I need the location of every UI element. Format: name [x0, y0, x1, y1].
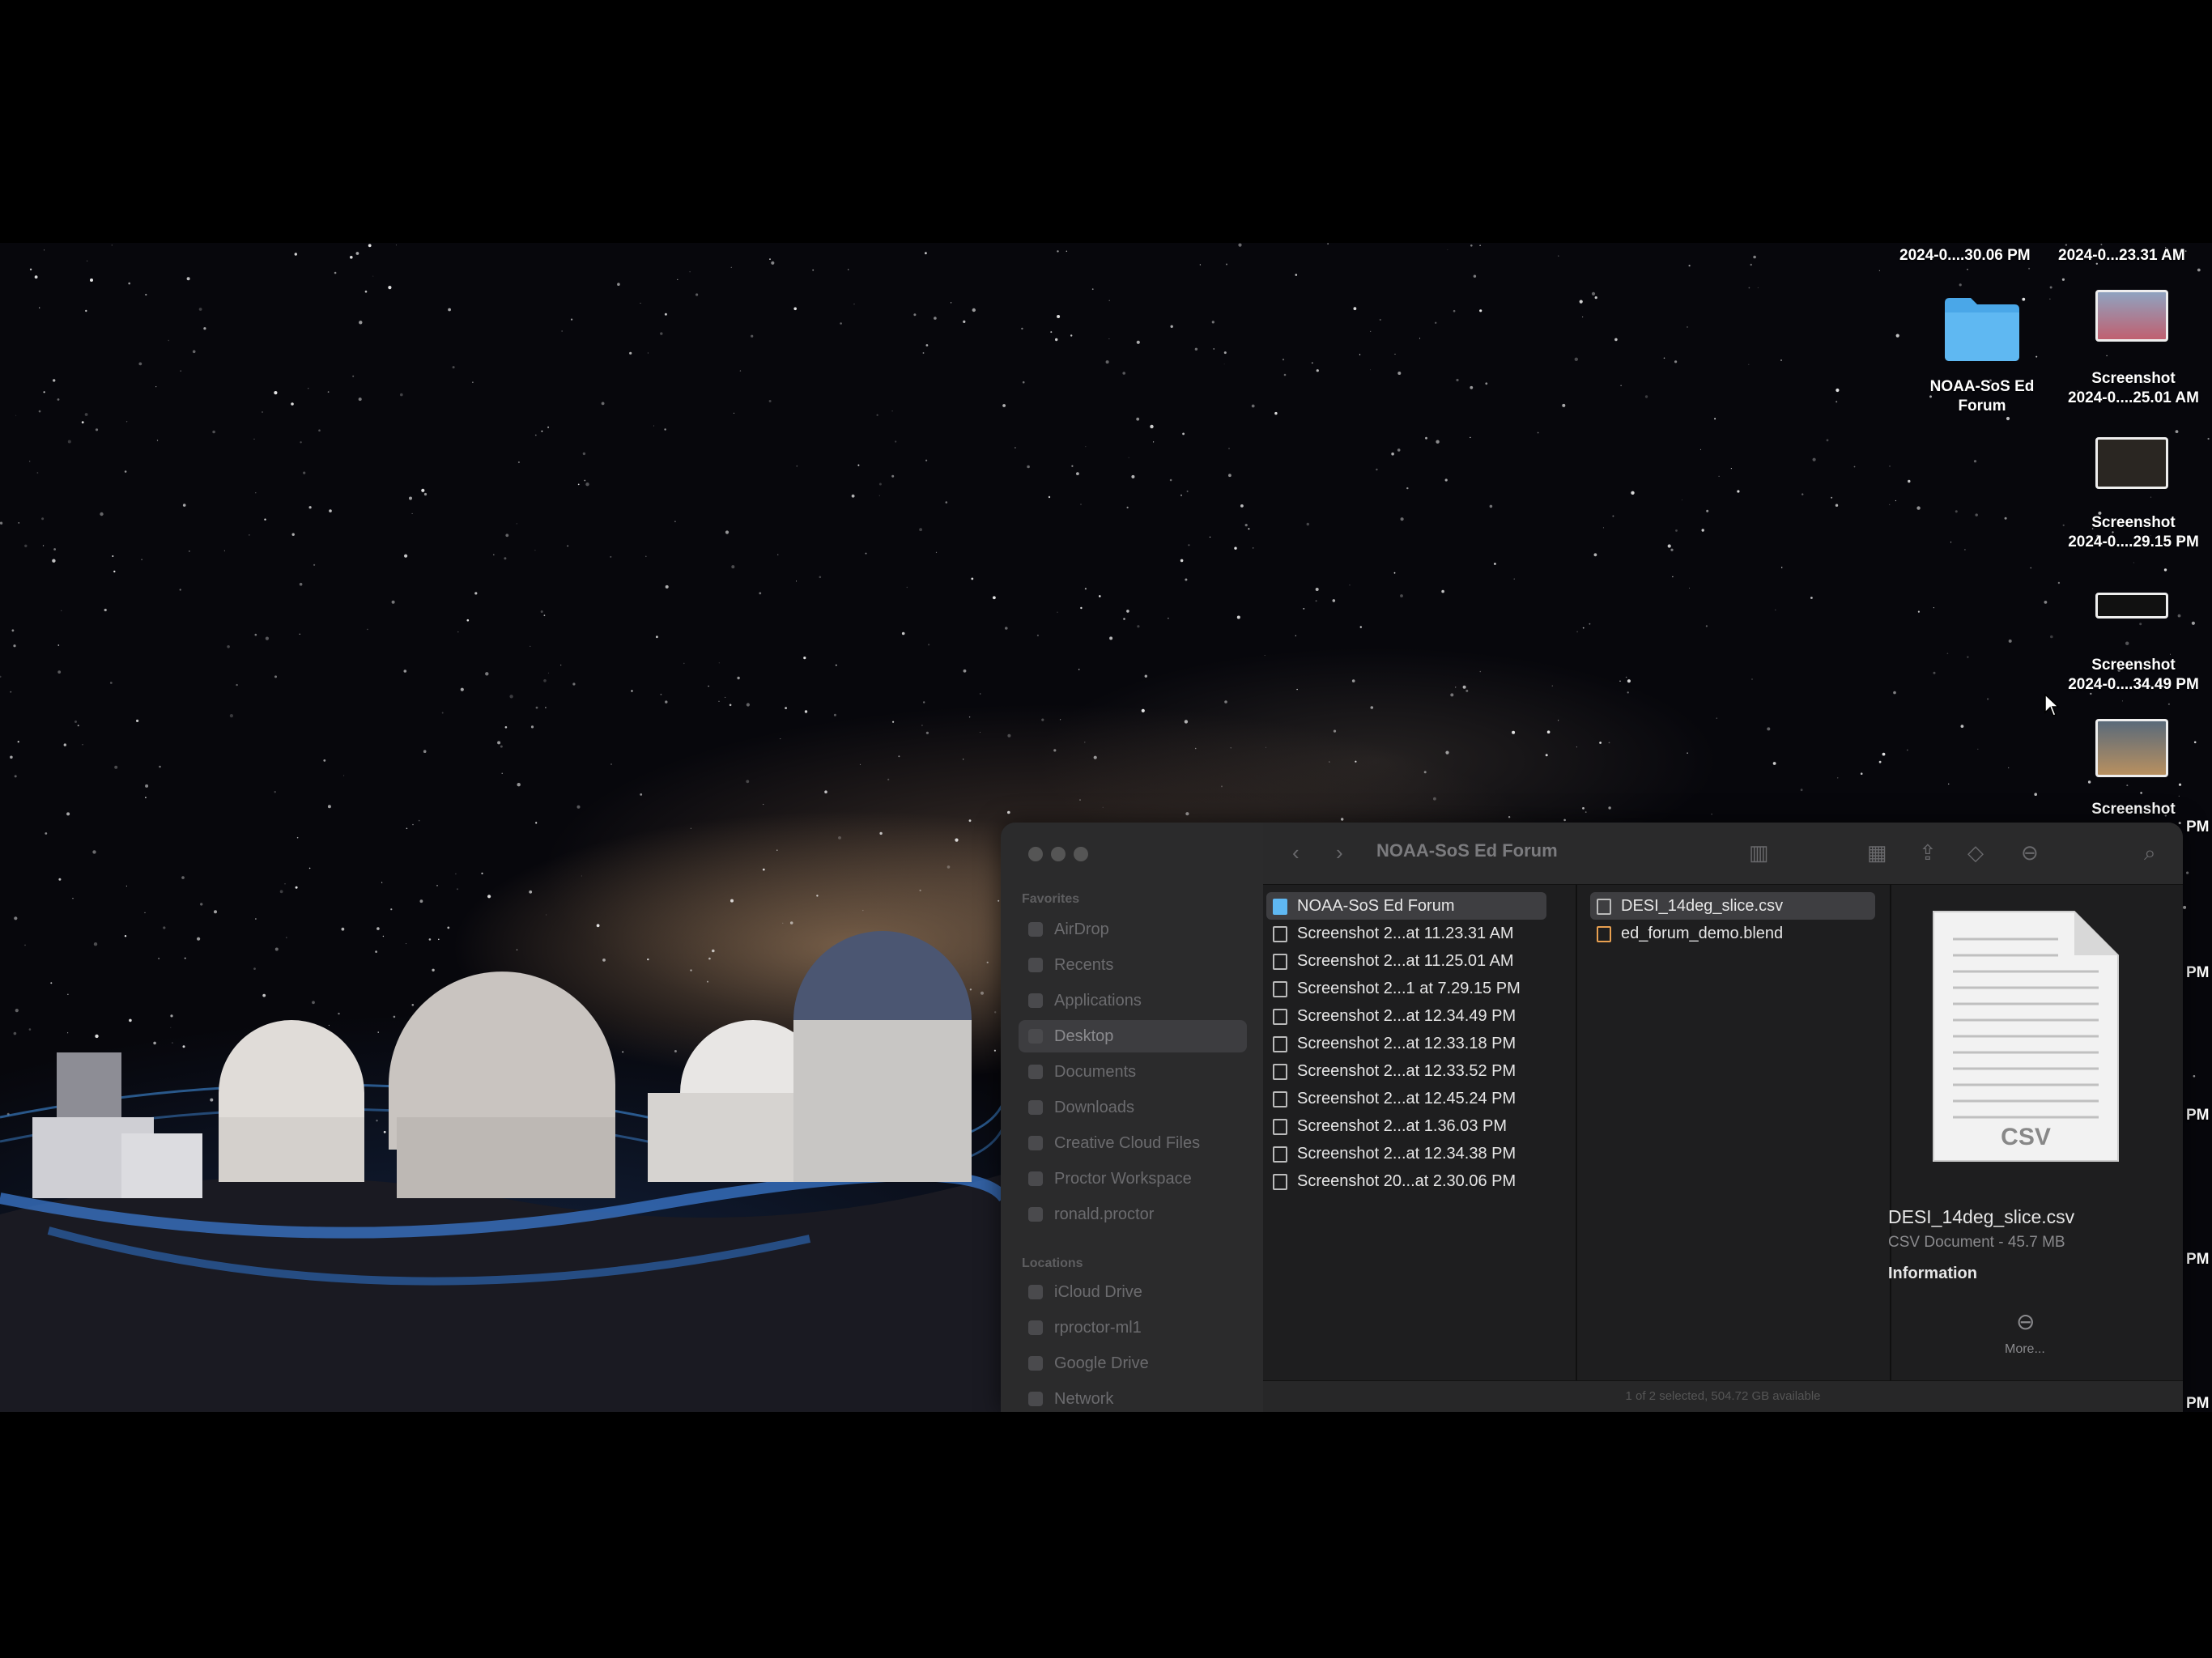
preview-file-kind: CSV Document - 45.7 MB	[1888, 1234, 2065, 1251]
sidebar-item-documents[interactable]: Documents	[1019, 1056, 1247, 1088]
tag-icon[interactable]: ◇	[1967, 840, 1984, 865]
column-view-icon[interactable]: ▥	[1749, 840, 1769, 865]
search-icon[interactable]: ⌕	[2144, 840, 2156, 866]
sidebar-item-computer[interactable]: rproctor-ml1	[1019, 1312, 1247, 1344]
desktop-screenshot-label-1[interactable]: Screenshot 2024-0....25.01 AM	[2057, 369, 2210, 408]
file-icon	[1273, 1146, 1287, 1163]
sidebar-item-downloads[interactable]: Downloads	[1019, 1091, 1247, 1124]
file-icon	[1273, 1035, 1287, 1052]
desktop-edge-label-4: PM	[2186, 1251, 2210, 1268]
sidebar-section-locations: Locations	[1022, 1256, 1083, 1270]
computer-icon	[1028, 1320, 1043, 1335]
preview-file-name: DESI_14deg_slice.csv	[1888, 1206, 2075, 1227]
globe-icon	[1028, 1392, 1043, 1406]
desktop-folder-label[interactable]: NOAA-SoS Ed Forum	[1911, 377, 2053, 416]
screenshot-thumbnail-3[interactable]	[2095, 593, 2168, 619]
finder-window: Favorites AirDrop Recents Applications D…	[1001, 823, 2183, 1412]
sidebar-item-creative-cloud-files[interactable]: Creative Cloud Files	[1019, 1127, 1247, 1159]
desktop-screenshot-label-3[interactable]: Screenshot 2024-0....34.49 PM	[2057, 656, 2210, 695]
desktop-edge-label-2: PM	[2186, 964, 2210, 981]
csv-badge: CSV	[2001, 1124, 2051, 1150]
document-icon	[1028, 1136, 1043, 1150]
file-icon	[1273, 925, 1287, 942]
forward-arrow-icon[interactable]: ›	[1336, 840, 1343, 865]
column-desktop: NOAA-SoS Ed Forum Screenshot 2...at 11.2…	[1263, 884, 1577, 1381]
list-item[interactable]: Screenshot 20...at 2.30.06 PM	[1266, 1167, 1516, 1195]
window-title: NOAA-SoS Ed Forum	[1376, 840, 1558, 861]
close-window-button[interactable]	[1028, 847, 1043, 861]
csv-file-preview-icon: CSV	[1933, 911, 2119, 1162]
more-icon[interactable]: ⊖	[2016, 1308, 2035, 1335]
sidebar-item-home[interactable]: ronald.proctor	[1019, 1198, 1247, 1231]
list-item-csv[interactable]: DESI_14deg_slice.csv	[1590, 892, 1875, 920]
more-actions-icon[interactable]: ⊖	[2021, 840, 2039, 865]
list-item[interactable]: Screenshot 2...at 1.36.03 PM	[1266, 1112, 1507, 1140]
airdrop-icon	[1028, 922, 1043, 937]
list-item[interactable]: Screenshot 2...1 at 7.29.15 PM	[1266, 975, 1521, 1002]
observatory-illustration	[0, 931, 1004, 1412]
folder-icon[interactable]	[1942, 295, 2023, 363]
list-item[interactable]: Screenshot 2...at 12.34.38 PM	[1266, 1140, 1516, 1167]
home-icon	[1028, 1207, 1043, 1222]
document-icon	[1597, 898, 1611, 915]
list-item[interactable]: Screenshot 2...at 12.34.49 PM	[1266, 1002, 1516, 1030]
sidebar-item-icloud-drive[interactable]: iCloud Drive	[1019, 1276, 1247, 1308]
file-icon	[1273, 1008, 1287, 1025]
sidebar-item-network[interactable]: Network	[1019, 1383, 1247, 1412]
list-item[interactable]: Screenshot 2...at 12.33.52 PM	[1266, 1057, 1516, 1085]
list-item[interactable]: Screenshot 2...at 11.23.31 AM	[1266, 920, 1514, 947]
back-arrow-icon[interactable]: ‹	[1292, 840, 1300, 865]
list-item-blend[interactable]: ed_forum_demo.blend	[1590, 920, 1783, 947]
sidebar-item-applications[interactable]: Applications	[1019, 984, 1247, 1017]
desktop-edge-label-3: PM	[2186, 1107, 2210, 1124]
desktop-screenshot-label-4[interactable]: Screenshot	[2057, 800, 2210, 819]
sidebar-section-favorites: Favorites	[1022, 892, 1080, 906]
list-item-folder[interactable]: NOAA-SoS Ed Forum	[1266, 892, 1546, 920]
share-icon[interactable]: ⇪	[1919, 840, 1937, 865]
list-item[interactable]: Screenshot 2...at 11.25.01 AM	[1266, 947, 1514, 975]
more-button[interactable]: More...	[2005, 1342, 2045, 1357]
status-bar: 1 of 2 selected, 504.72 GB available	[1263, 1380, 2183, 1412]
folder-icon	[1028, 1171, 1043, 1186]
applications-icon	[1028, 993, 1043, 1008]
desktop-edge-label-1: PM	[2186, 818, 2210, 835]
sidebar-item-recents[interactable]: Recents	[1019, 949, 1247, 981]
folder-icon	[1273, 898, 1287, 915]
minimize-window-button[interactable]	[1051, 847, 1066, 861]
group-icon[interactable]: ▦	[1867, 840, 1887, 865]
cloud-icon	[1028, 1285, 1043, 1299]
desktop-label-top-1[interactable]: 2024-0....30.06 PM	[1899, 246, 2031, 266]
file-icon	[1273, 1090, 1287, 1107]
finder-sidebar: Favorites AirDrop Recents Applications D…	[1001, 823, 1263, 1412]
preview-information-heading: Information	[1888, 1265, 1977, 1282]
screenshot-thumbnail-4[interactable]	[2095, 719, 2168, 777]
file-icon	[1273, 953, 1287, 970]
drive-icon	[1028, 1356, 1043, 1371]
clock-icon	[1028, 958, 1043, 972]
document-icon	[1597, 925, 1611, 942]
desktop-screenshot-label-2[interactable]: Screenshot 2024-0....29.15 PM	[2057, 513, 2210, 552]
finder-toolbar: ‹ › NOAA-SoS Ed Forum ▥ ▦ ⇪ ◇ ⊖ ⌕	[1263, 823, 2183, 885]
desktop-edge-label-5: PM	[2186, 1395, 2210, 1412]
column-folder-contents: DESI_14deg_slice.csv ed_forum_demo.blend	[1577, 884, 1891, 1381]
zoom-window-button[interactable]	[1074, 847, 1088, 861]
sidebar-item-google-drive[interactable]: Google Drive	[1019, 1347, 1247, 1380]
file-icon	[1273, 1173, 1287, 1190]
sidebar-item-desktop[interactable]: Desktop	[1019, 1020, 1247, 1052]
download-icon	[1028, 1100, 1043, 1115]
list-item[interactable]: Screenshot 2...at 12.33.18 PM	[1266, 1030, 1516, 1057]
sidebar-item-airdrop[interactable]: AirDrop	[1019, 913, 1247, 946]
list-item[interactable]: Screenshot 2...at 12.45.24 PM	[1266, 1085, 1516, 1112]
desktop-label-top-2[interactable]: 2024-0...23.31 AM	[2058, 246, 2185, 266]
screenshot-thumbnail-1[interactable]	[2095, 290, 2168, 342]
file-icon	[1273, 1063, 1287, 1080]
file-icon	[1273, 980, 1287, 997]
file-icon	[1273, 1118, 1287, 1135]
screenshot-thumbnail-2[interactable]	[2095, 437, 2168, 489]
mouse-pointer-icon	[2044, 693, 2060, 716]
document-icon	[1028, 1065, 1043, 1079]
sidebar-item-proctor-workspace[interactable]: Proctor Workspace	[1019, 1163, 1247, 1195]
desktop-icon	[1028, 1029, 1043, 1044]
